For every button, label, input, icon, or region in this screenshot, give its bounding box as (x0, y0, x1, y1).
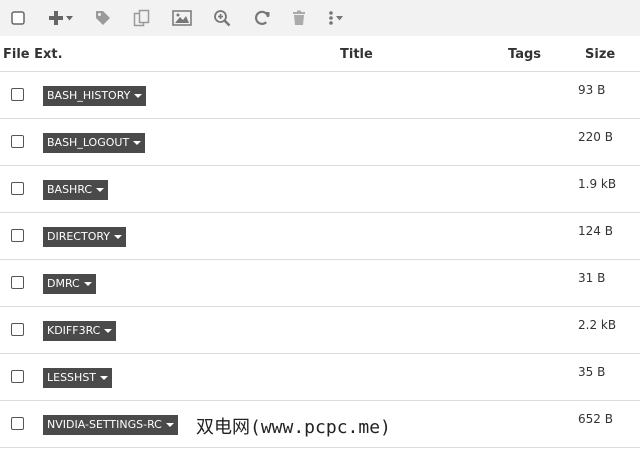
file-ext-label: DMRC (47, 277, 80, 290)
file-ext-tag[interactable]: DMRC (43, 274, 96, 294)
table-row[interactable]: KDIFF3RC 2.2 kB (0, 307, 640, 354)
trash-icon (293, 10, 305, 25)
toolbar (0, 0, 640, 36)
refresh-button[interactable] (250, 0, 274, 36)
file-size: 31 B (578, 271, 606, 285)
file-ext-label: BASHRC (47, 183, 93, 196)
image-button[interactable] (170, 0, 194, 36)
file-ext-tag[interactable]: NVIDIA-SETTINGS-RC (43, 415, 178, 435)
file-ext-tag[interactable]: BASHRC (43, 180, 109, 200)
table-row[interactable]: LESSHST 35 B (0, 354, 640, 401)
file-ext-label: NVIDIA-SETTINGS-RC (47, 418, 162, 431)
file-size: 93 B (578, 83, 606, 97)
row-checkbox[interactable] (11, 229, 24, 242)
column-header-title[interactable]: Title (340, 47, 373, 62)
row-checkbox[interactable] (11, 276, 24, 289)
row-checkbox[interactable] (11, 323, 24, 336)
watermark: 双电网(www.pcpc.me) (196, 417, 391, 438)
tag-button[interactable] (90, 0, 116, 36)
table-header: File Ext. Title Tags Size (0, 36, 640, 72)
file-size: 35 B (578, 365, 606, 379)
chevron-down-icon (165, 423, 174, 427)
table-row[interactable]: BASHRC 1.9 kB (0, 166, 640, 213)
checkbox-icon (11, 11, 25, 25)
column-header-tags[interactable]: Tags (508, 47, 541, 62)
column-header-file-ext[interactable]: File Ext. (3, 47, 63, 62)
select-all-checkbox[interactable] (4, 0, 32, 36)
file-size: 1.9 kB (578, 177, 617, 191)
zoom-in-icon (214, 10, 231, 27)
image-icon (172, 10, 192, 26)
file-size: 652 B (578, 412, 613, 426)
file-ext-label: DIRECTORY (47, 230, 111, 243)
file-ext-tag[interactable]: DIRECTORY (43, 227, 127, 247)
tag-icon (96, 11, 110, 25)
chevron-down-icon (335, 15, 343, 20)
row-checkbox[interactable] (11, 417, 24, 430)
table-row[interactable]: BASH_LOGOUT 220 B (0, 119, 640, 166)
add-button[interactable] (42, 0, 78, 36)
table-row[interactable]: BASH_HISTORY 93 B (0, 72, 640, 119)
plus-icon (48, 11, 63, 25)
file-size: 124 B (578, 224, 613, 238)
file-ext-tag[interactable]: LESSHST (43, 368, 113, 388)
file-ext-label: BASH_LOGOUT (47, 136, 130, 149)
chevron-down-icon (65, 15, 73, 20)
delete-button[interactable] (288, 0, 310, 36)
row-checkbox[interactable] (11, 88, 24, 101)
row-checkbox[interactable] (11, 370, 24, 383)
file-ext-tag[interactable]: BASH_HISTORY (43, 86, 147, 106)
file-size: 2.2 kB (578, 318, 617, 332)
file-ext-tag[interactable]: KDIFF3RC (43, 321, 117, 341)
row-checkbox[interactable] (11, 182, 24, 195)
table-row[interactable]: DMRC 31 B (0, 260, 640, 307)
file-ext-tag[interactable]: BASH_LOGOUT (43, 133, 146, 153)
copy-button[interactable] (130, 0, 154, 36)
file-size: 220 B (578, 130, 613, 144)
row-checkbox[interactable] (11, 135, 24, 148)
chevron-down-icon (100, 376, 109, 380)
zoom-in-button[interactable] (210, 0, 234, 36)
chevron-down-icon (104, 329, 113, 333)
chevron-down-icon (83, 282, 92, 286)
column-header-size[interactable]: Size (585, 47, 615, 62)
chevron-down-icon (114, 235, 123, 239)
more-options-icon (328, 11, 333, 25)
chevron-down-icon (134, 94, 143, 98)
chevron-down-icon (133, 141, 142, 145)
table-row[interactable]: DIRECTORY 124 B (0, 213, 640, 260)
refresh-icon (254, 10, 270, 25)
file-ext-label: BASH_HISTORY (47, 89, 131, 102)
file-ext-label: LESSHST (47, 371, 97, 384)
more-options-button[interactable] (324, 0, 346, 36)
file-ext-label: KDIFF3RC (47, 324, 101, 337)
copy-icon (133, 9, 150, 27)
chevron-down-icon (96, 188, 105, 192)
